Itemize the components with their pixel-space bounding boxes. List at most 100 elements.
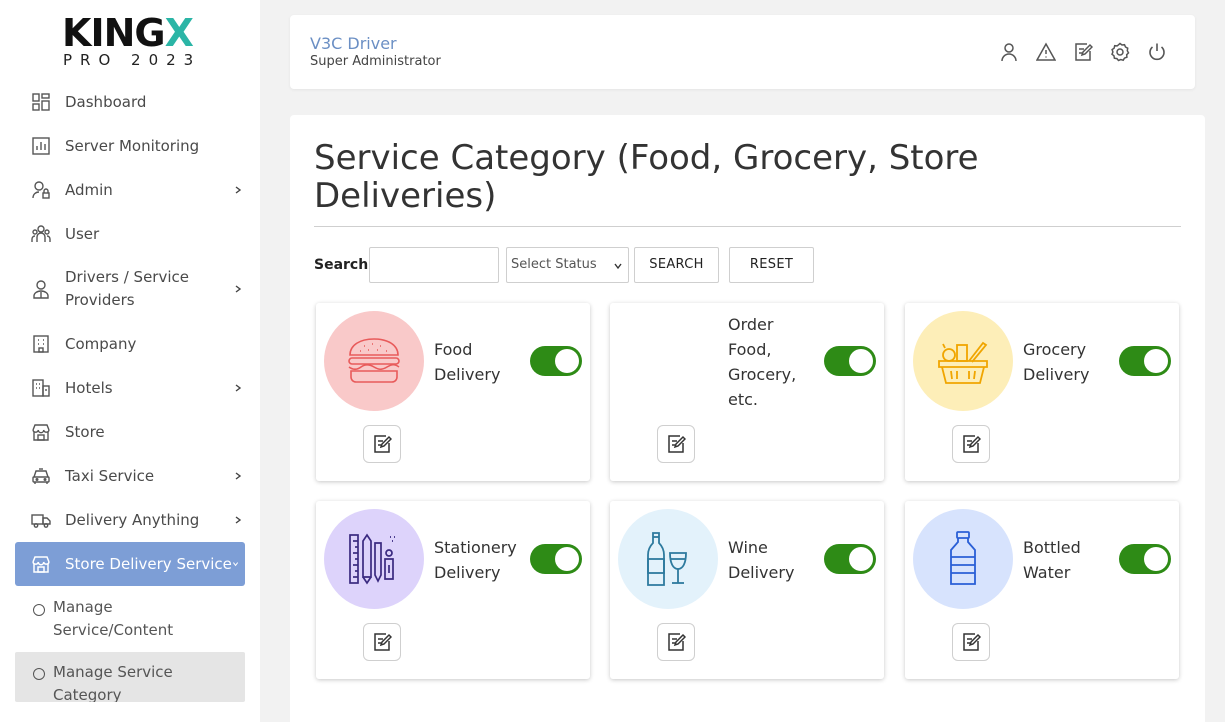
sidebar-item-label: Company (65, 334, 137, 353)
category-card: Grocery Delivery (905, 303, 1179, 481)
status-toggle[interactable] (1119, 346, 1171, 376)
chevron-right-icon (235, 472, 242, 480)
edit-button[interactable] (657, 425, 695, 463)
toggle-knob (555, 349, 579, 373)
alert-icon[interactable] (1036, 42, 1056, 62)
sidebar-item-label: User (65, 224, 100, 243)
sidebar-item-taxi-service[interactable]: Taxi Service (15, 464, 245, 488)
dashboard-icon (31, 92, 51, 112)
toggle-knob (1144, 349, 1168, 373)
sidebar-item-label: Hotels (65, 378, 113, 397)
category-name: Grocery Delivery (1023, 340, 1090, 384)
edit-button[interactable] (952, 623, 990, 661)
status-toggle[interactable] (824, 346, 876, 376)
edit-icon (668, 435, 686, 453)
sidebar-item-store-delivery-service[interactable]: Store Delivery Service (15, 542, 245, 586)
sidebar-item-user[interactable]: User (15, 222, 245, 246)
edit-button[interactable] (363, 623, 401, 661)
power-icon[interactable] (1147, 42, 1167, 62)
page-title: Service Category (Food, Grocery, Store D… (314, 138, 979, 216)
reset-button[interactable]: RESET (729, 247, 814, 283)
category-icon-circle (324, 509, 424, 609)
status-toggle[interactable] (1119, 544, 1171, 574)
chart-icon (31, 136, 51, 156)
sidebar-item-hotels[interactable]: Hotels (15, 376, 245, 400)
search-button[interactable]: SEARCH (634, 247, 719, 283)
sidebar-item-label: Store Delivery Service (65, 554, 232, 573)
truck-icon (31, 510, 51, 530)
toggle-knob (555, 547, 579, 571)
sidebar-item-delivery-anything[interactable]: Delivery Anything (15, 508, 245, 532)
toggle-knob (1144, 547, 1168, 571)
brand-x: X (164, 11, 194, 55)
edit-icon (374, 435, 392, 453)
edit-icon (963, 435, 981, 453)
status-select[interactable]: Select Status (506, 247, 629, 283)
status-select-value: Select Status (511, 257, 597, 272)
toggle-knob (849, 547, 873, 571)
chevron-down-icon (614, 263, 622, 270)
status-toggle[interactable] (530, 346, 582, 376)
top-header: V3C Driver Super Administrator (290, 15, 1195, 89)
sidebar-subitem-manage-service-category[interactable]: Manage Service Category (15, 652, 245, 702)
category-name: Bottled Water (1023, 538, 1081, 582)
category-name: Stationery Delivery (434, 538, 517, 582)
edit-button[interactable] (657, 623, 695, 661)
user-name[interactable]: V3C Driver (310, 34, 397, 53)
toggle-knob (849, 349, 873, 373)
water-bottle-icon (950, 531, 976, 585)
users-icon (31, 224, 51, 244)
title-divider (314, 226, 1181, 227)
hotel-icon (31, 378, 51, 398)
category-name: Food Delivery (434, 340, 501, 384)
sidebar-item-company[interactable]: Company (15, 332, 245, 356)
stationery-icon (349, 533, 395, 585)
category-name: Wine Delivery (728, 538, 795, 582)
status-toggle[interactable] (824, 544, 876, 574)
edit-icon (963, 633, 981, 651)
sidebar-item-label: Store (65, 422, 105, 441)
sidebar-item-label: Dashboard (65, 92, 147, 111)
sidebar-item-label: Taxi Service (65, 466, 155, 485)
building-icon (31, 334, 51, 354)
chevron-right-icon (235, 186, 242, 194)
store-icon (31, 554, 51, 574)
sidebar-item-admin[interactable]: Admin (15, 178, 245, 202)
category-card: Stationery Delivery (316, 501, 590, 679)
brand-logo[interactable]: KINGX PRO 2023 (62, 14, 202, 68)
sidebar-item-label: Server Monitoring (65, 136, 200, 155)
category-icon-circle (913, 509, 1013, 609)
category-icon-circle (618, 509, 718, 609)
status-toggle[interactable] (530, 544, 582, 574)
sidebar-item-label: Delivery Anything (65, 510, 200, 529)
edit-icon (374, 633, 392, 651)
sidebar-subitem-label: Manage Service/Content (53, 598, 174, 639)
driver-icon (31, 279, 51, 299)
edit-icon (668, 633, 686, 651)
sidebar-item-store[interactable]: Store (15, 420, 245, 444)
sidebar-item-server-monitoring[interactable]: Server Monitoring (15, 134, 245, 158)
chevron-right-icon (235, 516, 242, 524)
user-icon[interactable] (999, 42, 1019, 62)
sidebar-item-dashboard[interactable]: Dashboard (15, 90, 245, 114)
edit-button[interactable] (952, 425, 990, 463)
category-icon-circle (913, 311, 1013, 411)
chevron-right-icon (235, 285, 242, 293)
car-icon (31, 466, 51, 486)
sidebar-subitem-manage-service-content[interactable]: Manage Service/Content (15, 594, 245, 644)
edit-icon[interactable] (1073, 42, 1093, 62)
settings-icon[interactable] (1110, 42, 1130, 62)
circle-icon (33, 668, 45, 680)
category-card: Food Delivery (316, 303, 590, 481)
wine-icon (647, 532, 687, 586)
search-input[interactable] (369, 247, 499, 283)
category-card: Wine Delivery (610, 501, 884, 679)
edit-button[interactable] (363, 425, 401, 463)
sidebar-item-label: Drivers / Service Providers (65, 268, 189, 309)
category-name: Order Food, Grocery, etc. (728, 315, 797, 409)
sidebar-item-label: Admin (65, 180, 113, 199)
sidebar-item-drivers[interactable]: Drivers / Service Providers (15, 266, 245, 312)
circle-icon (33, 604, 45, 616)
header-icons (999, 42, 1167, 62)
grocery-basket-icon (938, 341, 988, 384)
